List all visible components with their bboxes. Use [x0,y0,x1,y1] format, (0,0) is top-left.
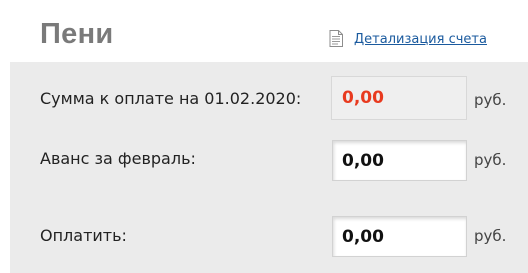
amount-due-label: Сумма к оплате на 01.02.2020: [40,89,302,108]
details-link[interactable]: Детализация счета [354,32,487,47]
payment-panel: Сумма к оплате на 01.02.2020: 0,00 руб. … [10,62,528,273]
advance-input[interactable]: 0,00 [332,140,467,181]
amount-due-unit: руб. [474,91,507,109]
advance-label: Аванс за февраль: [40,149,196,168]
pay-label: Оплатить: [40,226,127,245]
pay-input-value: 0,00 [342,227,384,247]
document-icon[interactable] [329,30,343,47]
advance-unit: руб. [474,151,507,169]
page-title: Пени [40,18,114,50]
pay-unit: руб. [474,227,507,245]
pay-input[interactable]: 0,00 [332,216,467,257]
amount-due-field: 0,00 [331,76,467,120]
advance-input-value: 0,00 [342,151,384,171]
amount-due-value: 0,00 [342,88,384,108]
